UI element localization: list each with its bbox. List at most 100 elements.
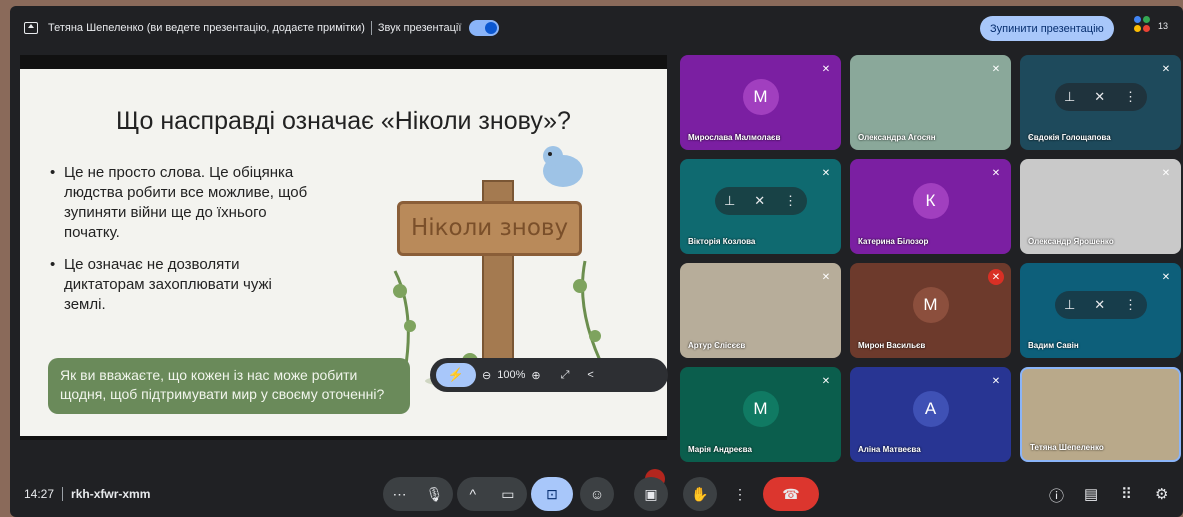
participant-name: Олександр Ярошенко [1028, 237, 1114, 246]
meeting-code: rkh-xfwr-xmm [71, 487, 151, 501]
meet-window: Тетяна Шепеленко (ви ведете презентацію,… [10, 6, 1183, 517]
participant-tile[interactable]: ⊥ ✕ ⋮ ✕ Вадим Савін [1020, 263, 1181, 358]
tile-controls: ⊥ ✕ ⋮ [1054, 82, 1147, 111]
mic-off-icon: ✕ [1161, 63, 1171, 75]
slide-bullet: Це означає не дозволяти диктаторам захоп… [50, 255, 315, 315]
pin-icon[interactable]: ⊥ [1064, 89, 1075, 105]
divider [62, 487, 64, 501]
participant-tile[interactable]: ✕ Олександра Агосян [850, 55, 1011, 150]
tile-controls: ⊥ ✕ ⋮ [714, 186, 807, 215]
raise-hand-button[interactable]: ✋ [683, 477, 717, 511]
participant-name: Марія Андреєва [688, 445, 752, 454]
leave-call-button[interactable]: ☎ [763, 477, 819, 511]
presentation-sound-label: Звук презентації [377, 22, 462, 34]
slide-title: Що насправді означає «Ніколи знову»? [116, 107, 571, 135]
mic-off-icon: ✕ [988, 269, 1004, 285]
stop-presentation-button[interactable]: Зупинити презентацію [980, 16, 1114, 41]
meeting-info: 14:27 rkh-xfwr-xmm [24, 487, 150, 501]
microphone-icon[interactable]: 🎙 [426, 486, 444, 503]
mic-off-icon: ✕ [1161, 271, 1171, 283]
captions-icon: ▣ [644, 485, 658, 502]
hand-icon: ✋ [691, 485, 709, 502]
pin-icon[interactable]: ⊥ [1064, 297, 1075, 313]
chat-icon[interactable]: ▤ [1084, 485, 1098, 503]
mic-off-icon: ✕ [821, 271, 831, 283]
participant-tile[interactable]: М ✕ Мирон Васильєв [850, 263, 1011, 358]
more-icon[interactable]: ⋮ [1124, 297, 1137, 313]
emoji-button[interactable]: ☺ [580, 477, 614, 511]
more-audio-icon[interactable]: ⋯ [393, 486, 407, 503]
mic-off-icon: ✕ [821, 63, 831, 75]
participant-name: Мирослава Малмолаєв [688, 133, 781, 142]
present-button[interactable]: ⊡ [531, 477, 573, 511]
avatar: К [912, 182, 949, 219]
participant-tile[interactable]: ✕ Артур Єлісєєв [680, 263, 841, 358]
mic-control[interactable]: ⋯ 🎙 [383, 477, 453, 511]
participant-name: Євдокія Голощапова [1028, 133, 1111, 142]
participant-tile[interactable]: ⊥ ✕ ⋮ ✕ Євдокія Голощапова [1020, 55, 1181, 150]
clock: 14:27 [24, 487, 55, 501]
host-controls-icon[interactable]: ⚙ [1155, 485, 1168, 503]
pin-icon[interactable]: ⊥ [724, 193, 735, 209]
participant-name: Вадим Савін [1028, 341, 1079, 350]
mute-icon[interactable]: ✕ [1094, 297, 1105, 313]
call-controls-bar: 14:27 rkh-xfwr-xmm ⋯ 🎙 ^ ▭ ⊡ ☺ ▣ ✋ ⋮ ☎ ⓘ ▤… [10, 471, 1183, 517]
participant-name: Катерина Білозор [858, 237, 929, 246]
avatar: М [742, 390, 779, 427]
info-icon[interactable]: ⓘ [1049, 485, 1064, 506]
captions-button[interactable]: ▣ [634, 477, 668, 511]
participant-tile[interactable]: А ✕ Аліна Матвеєва [850, 367, 1011, 462]
participant-tile[interactable]: ✕ Олександр Ярошенко [1020, 159, 1181, 254]
zoom-out-icon[interactable]: ⊖ [482, 369, 491, 382]
participant-tile[interactable]: М ✕ Мирослава Малмолаєв [680, 55, 841, 150]
end-call-icon: ☎ [782, 485, 800, 502]
participant-count: 13 [1158, 21, 1169, 31]
participants-button[interactable]: 13 [1134, 16, 1168, 36]
share-icon[interactable]: < [587, 369, 593, 381]
people-icon [1134, 16, 1154, 36]
avatar: А [912, 390, 949, 427]
sign-board: Ніколи знову [397, 201, 582, 256]
mic-off-icon: ✕ [991, 167, 1001, 179]
camera-icon[interactable]: ▭ [501, 486, 514, 503]
participant-tile[interactable]: К ✕ Катерина Білозор [850, 159, 1011, 254]
zoom-level: 100% [497, 369, 526, 381]
more-icon[interactable]: ⋮ [1124, 89, 1137, 105]
zoom-in-icon[interactable]: ⊕ [531, 369, 540, 382]
slide-bullet: Це не просто слова. Це обіцянка людства … [50, 163, 315, 243]
tile-controls: ⊥ ✕ ⋮ [1054, 290, 1147, 319]
fullscreen-icon[interactable]: ⤢ [561, 369, 570, 382]
activities-icon[interactable]: ⠿ [1121, 485, 1132, 503]
participant-tile[interactable]: М ✕ Марія Андреєва [680, 367, 841, 462]
signpost-art [393, 146, 607, 389]
present-screen-icon [24, 22, 38, 34]
mute-icon[interactable]: ✕ [754, 193, 765, 209]
annotate-button[interactable]: ⚡ [436, 363, 476, 387]
avatar: М [742, 78, 779, 115]
participant-tile[interactable]: ⊥ ✕ ⋮ ✕ Вікторія Козлова [680, 159, 841, 254]
more-options-button[interactable]: ⋮ [728, 477, 752, 511]
participant-tile-self[interactable]: Тетяна Шепеленко [1020, 367, 1181, 462]
camera-control[interactable]: ^ ▭ [457, 477, 527, 511]
chevron-up-icon[interactable]: ^ [470, 486, 477, 502]
divider [370, 21, 372, 35]
avatar: М [912, 286, 949, 323]
more-icon[interactable]: ⋮ [784, 193, 797, 209]
presenter-text: Тетяна Шепеленко (ви ведете презентацію,… [48, 22, 365, 34]
participant-name: Тетяна Шепеленко [1030, 443, 1104, 452]
slide-toolbar: ⚡ ⊖ 100% ⊕ ⤢ < [430, 358, 668, 392]
mic-off-icon: ✕ [821, 167, 831, 179]
presentation-sound-toggle[interactable] [469, 20, 500, 36]
question-bubble: Як ви вважаєте, що кожен із нас може роб… [48, 358, 410, 414]
participant-name: Артур Єлісєєв [688, 341, 746, 350]
present-icon: ⊡ [546, 485, 558, 502]
mic-off-icon: ✕ [1161, 167, 1171, 179]
participant-name: Вікторія Козлова [688, 237, 756, 246]
mic-off-icon: ✕ [991, 375, 1001, 387]
emoji-icon: ☺ [589, 486, 605, 502]
slide-bullets: Це не просто слова. Це обіцянка людства … [50, 163, 315, 327]
participant-name: Аліна Матвеєва [858, 445, 921, 454]
mute-icon[interactable]: ✕ [1094, 89, 1105, 105]
participant-name: Олександра Агосян [858, 133, 936, 142]
presentation-banner: Тетяна Шепеленко (ви ведете презентацію,… [10, 6, 1183, 50]
